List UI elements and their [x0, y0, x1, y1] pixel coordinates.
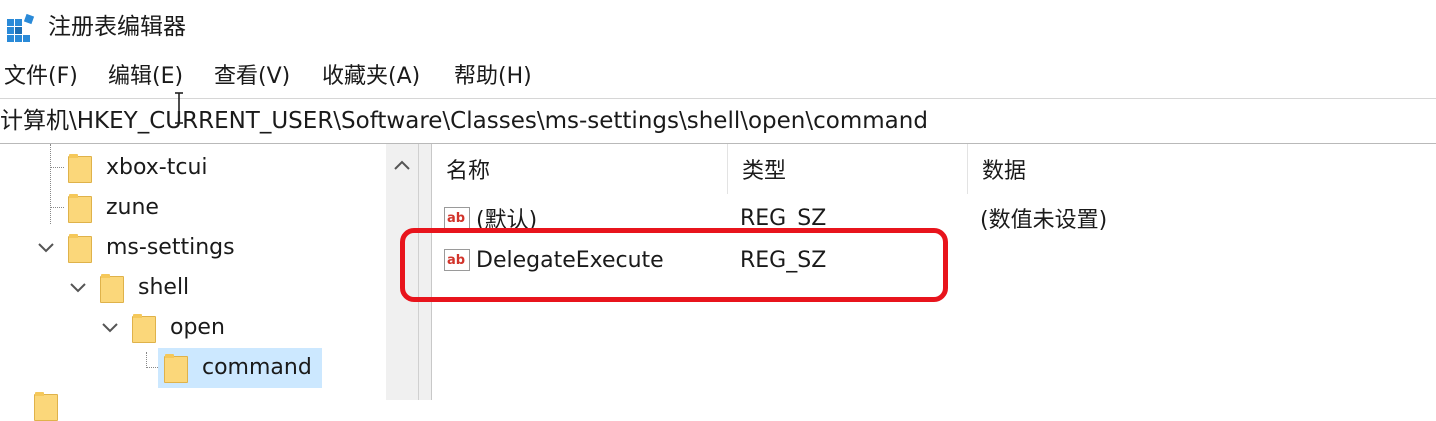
tree-scrollbar[interactable]: [386, 144, 418, 400]
tree-connector: [146, 367, 158, 368]
tree-item-label: zune: [106, 195, 159, 220]
key-tree[interactable]: xbox-tcui zune ms-settings shell open co…: [0, 144, 386, 421]
menu-bar: 文件(F) 编辑(E) 查看(V) 收藏夹(A) 帮助(H): [0, 58, 1436, 96]
menu-view[interactable]: 查看(V): [214, 62, 290, 92]
chevron-down-icon[interactable]: [100, 318, 120, 338]
tree-item-label: shell: [138, 275, 190, 300]
value-name-cell: ab DelegateExecute: [444, 238, 664, 282]
svg-text:ab: ab: [447, 253, 465, 268]
regedit-app-icon: [7, 13, 35, 42]
value-list[interactable]: 名称 类型 数据 ab (默认) REG_SZ (数值未设置) ab Deleg…: [432, 144, 1436, 400]
scroll-up-icon[interactable]: [392, 158, 412, 172]
value-name-cell: ab (默认): [444, 196, 537, 240]
menu-edit[interactable]: 编辑(E): [108, 62, 183, 92]
menu-favorites[interactable]: 收藏夹(A): [322, 62, 420, 92]
address-path[interactable]: 计算机\HKEY_CURRENT_USER\Software\Classes\m…: [0, 106, 928, 136]
window-title: 注册表编辑器: [48, 14, 186, 40]
address-bar[interactable]: 计算机\HKEY_CURRENT_USER\Software\Classes\m…: [0, 98, 1436, 144]
tree-connector: [50, 167, 64, 168]
tree-item-command[interactable]: command: [158, 348, 322, 388]
svg-text:ab: ab: [447, 211, 465, 226]
list-item[interactable]: ab (默认) REG_SZ (数值未设置): [432, 196, 1436, 240]
tree-connector: [50, 144, 51, 224]
folder-icon: [68, 194, 92, 223]
tree-item-label: ms-settings: [106, 235, 235, 260]
value-name: DelegateExecute: [476, 247, 664, 273]
string-value-icon: ab: [444, 207, 470, 229]
title-bar: 注册表编辑器: [0, 0, 1436, 56]
folder-icon: [68, 154, 92, 183]
chevron-down-icon[interactable]: [68, 278, 88, 298]
value-type: REG_SZ: [740, 205, 827, 231]
folder-icon: [164, 354, 188, 383]
tree-item-label: command: [202, 355, 312, 380]
column-header-data[interactable]: 数据: [968, 144, 1436, 194]
value-name: (默认): [476, 208, 538, 233]
tree-item-open[interactable]: open: [132, 308, 231, 348]
tree-item-zune[interactable]: zune: [68, 188, 165, 228]
chevron-down-icon[interactable]: [36, 238, 56, 258]
tree-item-shell[interactable]: shell: [100, 268, 195, 308]
tree-connector: [146, 352, 147, 368]
folder-icon: [68, 234, 92, 263]
tree-item-label: open: [170, 315, 225, 340]
tree-item-label: xbox-tcui: [106, 155, 208, 180]
menu-help[interactable]: 帮助(H): [454, 62, 532, 92]
pane-splitter[interactable]: [418, 144, 432, 400]
text-cursor-icon: [175, 92, 183, 124]
tree-connector: [50, 207, 64, 208]
value-data: (数值未设置): [980, 208, 1108, 233]
folder-icon: [132, 314, 156, 343]
column-header-type[interactable]: 类型: [728, 144, 968, 194]
folder-icon: [100, 274, 124, 303]
menu-file[interactable]: 文件(F): [4, 62, 78, 92]
value-type: REG_SZ: [740, 247, 827, 273]
tree-item-xbox-tcui[interactable]: xbox-tcui: [68, 148, 214, 188]
list-item[interactable]: ab DelegateExecute REG_SZ: [432, 238, 1436, 282]
column-header-name[interactable]: 名称: [432, 144, 728, 194]
tree-item-ms-settings[interactable]: ms-settings: [68, 228, 241, 268]
string-value-icon: ab: [444, 249, 470, 271]
folder-icon: [34, 392, 58, 421]
